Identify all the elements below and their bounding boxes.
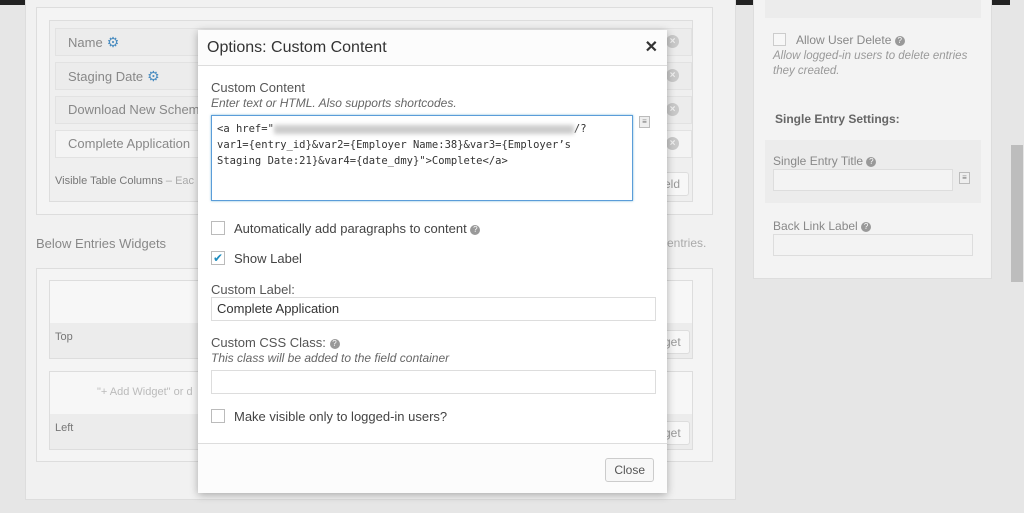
show-label-checkbox[interactable]: ✔ (211, 251, 225, 265)
auto-paragraph-checkbox[interactable] (211, 221, 225, 235)
help-icon[interactable]: ? (861, 221, 872, 232)
redacted-url (273, 124, 574, 134)
close-button[interactable]: Close (605, 458, 654, 482)
back-link-label: Back Link Label ? (773, 219, 872, 233)
allow-delete-label: Allow User Delete ? (796, 33, 905, 47)
back-link-input[interactable] (773, 234, 973, 256)
show-label-label: Show Label (234, 251, 302, 266)
single-title-label: Single Entry Title ? (773, 154, 877, 168)
field-label: Staging Date (68, 69, 144, 84)
remove-icon[interactable]: × (666, 69, 679, 82)
below-widgets-title: Below Entries Widgets (36, 236, 167, 251)
sidebar-top-box (765, 0, 981, 18)
help-icon[interactable]: ? (894, 35, 905, 46)
gear-icon[interactable]: ⚙ (107, 34, 120, 50)
content-label: Custom Content (211, 80, 305, 95)
scrollbar-thumb[interactable] (1011, 145, 1023, 282)
remove-icon[interactable]: × (666, 35, 679, 48)
visible-columns-label: Visible Table Columns – Eac (55, 175, 195, 187)
remove-icon[interactable]: × (666, 137, 679, 150)
top-label: Top (55, 331, 73, 343)
single-title-input[interactable] (773, 169, 953, 191)
remove-icon[interactable]: × (666, 103, 679, 116)
help-icon[interactable]: ? (329, 338, 340, 349)
below-widgets-desc: entries. (667, 236, 707, 250)
field-label: Complete Application (68, 136, 191, 151)
custom-label-input[interactable]: Complete Application (211, 297, 656, 321)
gear-icon[interactable]: ⚙ (147, 68, 160, 84)
help-icon[interactable]: ? (470, 224, 481, 235)
custom-content-modal: Options: Custom Content ✕ Custom Content… (198, 30, 667, 493)
merge-tags-icon[interactable]: ≡ (639, 116, 650, 128)
auto-paragraph-label: Automatically add paragraphs to content … (234, 221, 481, 236)
logged-in-label: Make visible only to logged-in users? (234, 409, 448, 424)
allow-delete-checkbox[interactable] (773, 33, 786, 46)
custom-label-label: Custom Label: (211, 282, 295, 297)
content-desc: Enter text or HTML. Also supports shortc… (211, 96, 457, 110)
css-class-label: Custom CSS Class: ? (211, 335, 340, 350)
modal-footer: Close (198, 443, 667, 493)
custom-content-textarea[interactable]: <a href="/? var1={entry_id}&var2={Employ… (211, 115, 633, 201)
help-icon[interactable]: ? (866, 156, 877, 167)
field-label: Download New Scheme (68, 102, 207, 117)
field-label: Name (68, 35, 103, 50)
single-entry-heading: Single Entry Settings: (775, 112, 900, 126)
add-widget-hint: "+ Add Widget" or d (97, 386, 193, 398)
close-icon[interactable]: ✕ (645, 37, 658, 57)
css-class-input[interactable] (211, 370, 656, 394)
logged-in-checkbox[interactable] (211, 409, 225, 423)
allow-delete-desc: Allow logged-in users to delete entries … (773, 50, 968, 77)
modal-title: Options: Custom Content (198, 30, 667, 66)
left-label: Left (55, 422, 74, 434)
merge-tags-icon[interactable]: ≡ (959, 172, 970, 184)
css-class-desc: This class will be added to the field co… (211, 351, 450, 365)
